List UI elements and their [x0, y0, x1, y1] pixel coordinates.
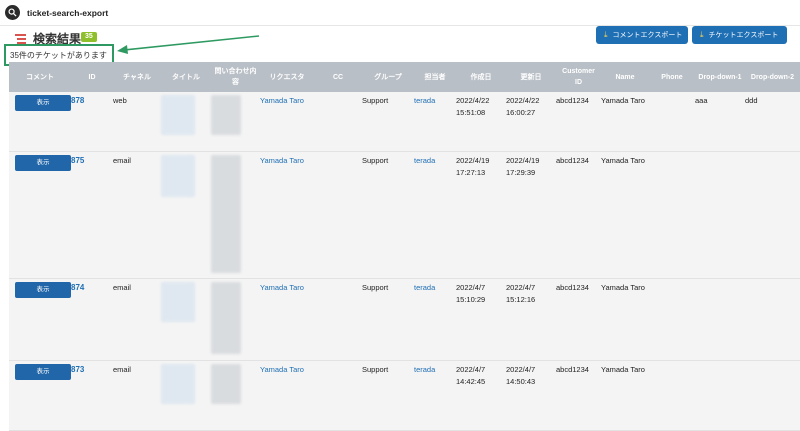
- export-comments-button[interactable]: ⤓ コメントエクスポート: [596, 26, 688, 44]
- cc-cell: [314, 360, 362, 431]
- customer-id-cell: abcd1234: [556, 360, 601, 431]
- blurred-content: [211, 95, 241, 135]
- requester-link[interactable]: Yamada Taro: [260, 365, 304, 374]
- column-header: 更新日: [506, 62, 556, 92]
- dropdown1-cell: aaa: [695, 92, 745, 152]
- ticket-id-link[interactable]: 874: [71, 283, 84, 292]
- column-header: 作成日: [456, 62, 506, 92]
- assignee-link[interactable]: terada: [414, 96, 435, 105]
- requester-link[interactable]: Yamada Taro: [260, 156, 304, 165]
- requester-link[interactable]: Yamada Taro: [260, 96, 304, 105]
- updated-cell: 2022/4/19 17:29:39: [506, 151, 556, 279]
- column-header: コメント: [9, 62, 71, 92]
- ticket-id-link[interactable]: 873: [71, 365, 84, 374]
- column-header: 問い合わせ内容: [211, 62, 260, 92]
- export-tickets-button[interactable]: ⤓ チケットエクスポート: [692, 26, 787, 44]
- app-header: ticket-search-export: [0, 0, 800, 26]
- channel-cell: email: [113, 360, 161, 431]
- cc-cell: [314, 278, 362, 361]
- table-row: 表示 875 email Yamada Taro Support terada …: [9, 151, 800, 279]
- blurred-content: [211, 363, 241, 404]
- column-header: チャネル: [113, 62, 161, 92]
- group-cell: Support: [362, 278, 414, 361]
- dropdown2-cell: [745, 278, 800, 361]
- column-header: Drop-down-1: [695, 62, 745, 92]
- phone-cell: [649, 278, 695, 361]
- column-header: 担当者: [414, 62, 456, 92]
- table-row: 表示 878 web Yamada Taro Support terada 20…: [9, 92, 800, 152]
- blurred-title: [161, 154, 195, 197]
- ticket-id-link[interactable]: 875: [71, 156, 84, 165]
- ticket-id-link[interactable]: 878: [71, 96, 84, 105]
- cc-cell: [314, 92, 362, 152]
- column-header: Phone: [649, 62, 695, 92]
- column-header: CC: [314, 62, 362, 92]
- dropdown2-cell: ddd: [745, 92, 800, 152]
- view-button[interactable]: 表示: [15, 281, 71, 298]
- download-icon: ⤓: [604, 30, 608, 39]
- column-header: リクエスタ: [260, 62, 314, 92]
- table-row: 表示 874 email Yamada Taro Support terada …: [9, 278, 800, 361]
- table-header-row: コメント ID チャネル タイトル 問い合わせ内容 リクエスタ CC グループ …: [9, 62, 800, 92]
- name-cell: Yamada Taro: [601, 151, 649, 279]
- results-header: 検索結果 35 35件のチケットがあります ⤓ コメントエクスポート ⤓ チケットエ…: [4, 26, 800, 66]
- updated-cell: 2022/4/7 14:50:43: [506, 360, 556, 431]
- blurred-content: [211, 281, 241, 354]
- blurred-title: [161, 95, 195, 135]
- table-row: 表示 873 email Yamada Taro Support terada …: [9, 360, 800, 431]
- dropdown2-cell: [745, 151, 800, 279]
- dropdown1-cell: [695, 151, 745, 279]
- column-header: グループ: [362, 62, 414, 92]
- app-title: ticket-search-export: [27, 7, 109, 18]
- dropdown1-cell: [695, 360, 745, 431]
- requester-link[interactable]: Yamada Taro: [260, 283, 304, 292]
- updated-cell: 2022/4/7 15:12:16: [506, 278, 556, 361]
- group-cell: Support: [362, 151, 414, 279]
- dropdown1-cell: [695, 278, 745, 361]
- result-count-badge: 35: [81, 32, 97, 42]
- blurred-title: [161, 363, 195, 404]
- created-cell: 2022/4/22 15:51:08: [456, 92, 506, 152]
- view-button[interactable]: 表示: [15, 154, 71, 171]
- view-button[interactable]: 表示: [15, 363, 71, 380]
- channel-cell: web: [113, 92, 161, 152]
- assignee-link[interactable]: terada: [414, 156, 435, 165]
- group-cell: Support: [362, 92, 414, 152]
- phone-cell: [649, 92, 695, 152]
- dropdown2-cell: [745, 360, 800, 431]
- created-cell: 2022/4/7 15:10:29: [456, 278, 506, 361]
- cc-cell: [314, 151, 362, 279]
- group-cell: Support: [362, 360, 414, 431]
- assignee-link[interactable]: terada: [414, 365, 435, 374]
- customer-id-cell: abcd1234: [556, 92, 601, 152]
- blurred-title: [161, 281, 195, 322]
- column-header: ID: [71, 62, 113, 92]
- list-icon: [15, 34, 26, 44]
- assignee-link[interactable]: terada: [414, 283, 435, 292]
- channel-cell: email: [113, 278, 161, 361]
- search-icon: [5, 5, 20, 20]
- blurred-content: [211, 154, 241, 273]
- customer-id-cell: abcd1234: [556, 151, 601, 279]
- phone-cell: [649, 360, 695, 431]
- customer-id-cell: abcd1234: [556, 278, 601, 361]
- annotation-arrow: [117, 35, 260, 54]
- phone-cell: [649, 151, 695, 279]
- download-icon: ⤓: [700, 30, 704, 39]
- name-cell: Yamada Taro: [601, 360, 649, 431]
- results-table: コメント ID チャネル タイトル 問い合わせ内容 リクエスタ CC グループ …: [9, 62, 800, 431]
- column-header: Name: [601, 62, 649, 92]
- column-header: Customer ID: [556, 62, 601, 92]
- channel-cell: email: [113, 151, 161, 279]
- name-cell: Yamada Taro: [601, 278, 649, 361]
- updated-cell: 2022/4/22 16:00:27: [506, 92, 556, 152]
- column-header: Drop-down-2: [745, 62, 800, 92]
- name-cell: Yamada Taro: [601, 92, 649, 152]
- main-content: 検索結果 35 35件のチケットがあります ⤓ コメントエクスポート ⤓ チケットエ…: [4, 26, 800, 431]
- created-cell: 2022/4/19 17:27:13: [456, 151, 506, 279]
- created-cell: 2022/4/7 14:42:45: [456, 360, 506, 431]
- view-button[interactable]: 表示: [15, 95, 71, 111]
- column-header: タイトル: [161, 62, 211, 92]
